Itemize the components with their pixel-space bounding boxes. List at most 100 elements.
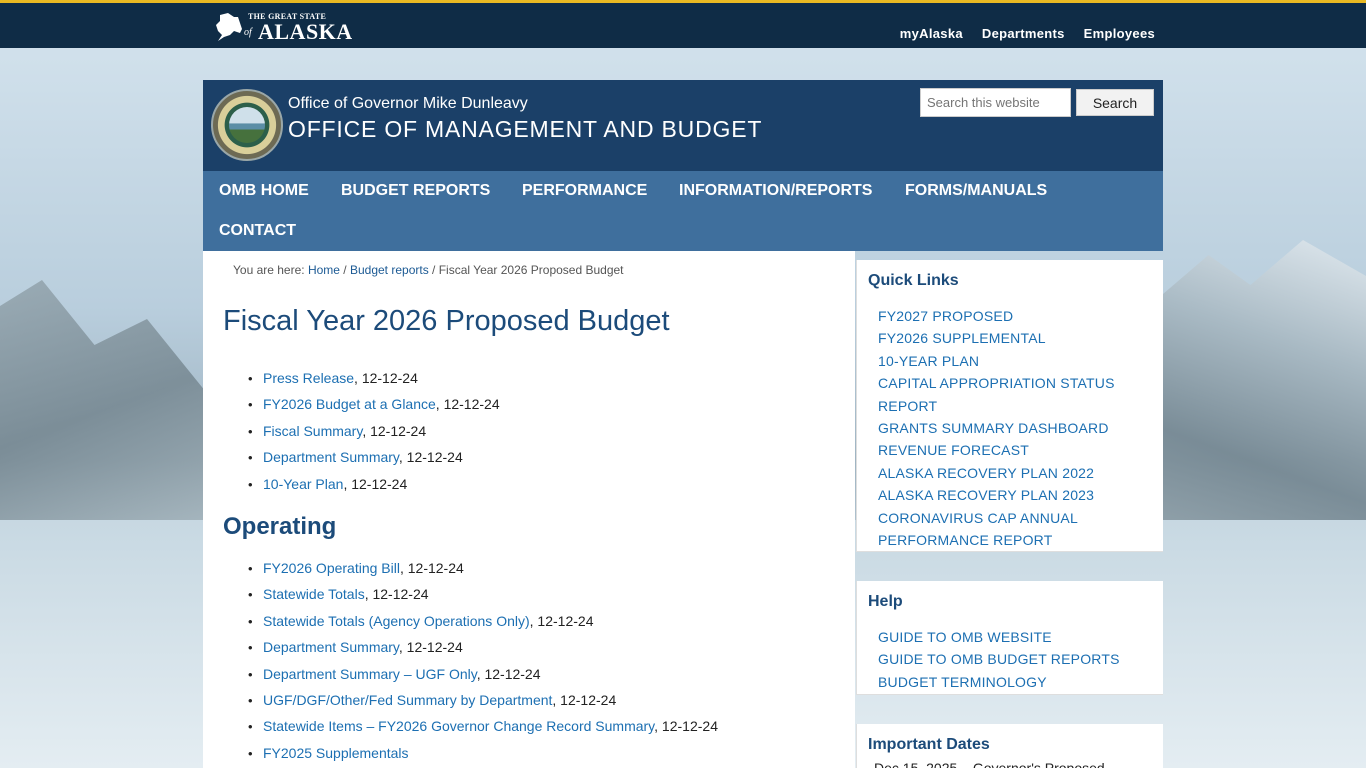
quick-link[interactable]: ALASKA RECOVERY PLAN 2023 bbox=[878, 487, 1094, 503]
quick-link[interactable]: ALASKA RECOVERY PLAN 2022 bbox=[878, 465, 1094, 481]
nav-performance[interactable]: PERFORMANCE bbox=[522, 182, 647, 200]
doc-link[interactable]: Press Release bbox=[263, 370, 354, 386]
help-link[interactable]: BUDGET TERMINOLOGY bbox=[878, 674, 1047, 690]
top-documents-list: Press Release, 12-12-24 FY2026 Budget at… bbox=[243, 370, 500, 502]
help-links-list: GUIDE TO OMB WEBSITE GUIDE TO OMB BUDGET… bbox=[878, 626, 1120, 693]
logo-big-text: ALASKA bbox=[258, 19, 353, 44]
list-item: Department Summary, 12-12-24 bbox=[243, 639, 718, 665]
list-item: UGF/DGF/Other/Fed Summary by Department,… bbox=[243, 692, 718, 718]
nav-myalaska[interactable]: myAlaska bbox=[900, 26, 963, 41]
search-button[interactable]: Search bbox=[1076, 89, 1154, 116]
doc-date: , 12-12-24 bbox=[343, 475, 408, 492]
site-header: Office of Governor Mike Dunleavy OFFICE … bbox=[203, 80, 1163, 171]
site-title[interactable]: OFFICE OF MANAGEMENT AND BUDGET bbox=[288, 116, 762, 143]
list-item: GRANTS SUMMARY DASHBOARD bbox=[878, 417, 1115, 439]
quick-links-widget: Quick Links FY2027 PROPOSED FY2026 SUPPL… bbox=[856, 260, 1163, 552]
quick-link[interactable]: CORONAVIRUS CAP ANNUAL bbox=[878, 510, 1078, 526]
quick-link[interactable]: REPORT bbox=[878, 398, 937, 414]
nav-budget-reports[interactable]: BUDGET REPORTS bbox=[341, 182, 490, 200]
breadcrumb: You are here: Home / Budget reports / Fi… bbox=[233, 263, 624, 277]
quick-link[interactable]: CAPITAL APPROPRIATION STATUS bbox=[878, 375, 1115, 391]
doc-date: , 12-12-24 bbox=[398, 639, 463, 656]
doc-date: , 12-12-24 bbox=[654, 718, 718, 735]
list-item: Fiscal Summary, 12-12-24 bbox=[243, 423, 500, 449]
quick-link[interactable]: GRANTS SUMMARY DASHBOARD bbox=[878, 420, 1109, 436]
page-container: Office of Governor Mike Dunleavy OFFICE … bbox=[203, 80, 1163, 768]
nav-departments[interactable]: Departments bbox=[982, 26, 1065, 41]
important-dates-widget: Important Dates Dec 15, 2025 – Governor'… bbox=[856, 724, 1163, 768]
list-item: 10-Year Plan, 12-12-24 bbox=[243, 476, 500, 502]
nav-contact[interactable]: CONTACT bbox=[219, 222, 296, 240]
list-item: CORONAVIRUS CAP ANNUAL bbox=[878, 507, 1115, 529]
list-item: BUDGET TERMINOLOGY bbox=[878, 671, 1120, 693]
doc-link[interactable]: Department Summary – UGF Only bbox=[263, 666, 477, 682]
doc-date: , 12-12-24 bbox=[435, 396, 500, 413]
doc-date: , 12-12-24 bbox=[354, 370, 418, 386]
alaska-map-icon bbox=[216, 13, 242, 41]
nav-omb-home[interactable]: OMB HOME bbox=[219, 182, 309, 200]
breadcrumb-current: Fiscal Year 2026 Proposed Budget bbox=[438, 263, 624, 277]
quick-link[interactable]: 10-YEAR PLAN bbox=[878, 353, 979, 369]
list-item: PERFORMANCE REPORT bbox=[878, 529, 1115, 551]
doc-date: , 12-12-24 bbox=[552, 691, 617, 708]
list-item: Statewide Items – FY2026 Governor Change… bbox=[243, 718, 718, 744]
doc-date: , 12-12-24 bbox=[398, 449, 463, 466]
nav-forms-manuals[interactable]: FORMS/MANUALS bbox=[905, 182, 1047, 200]
doc-link[interactable]: Statewide Totals (Agency Operations Only… bbox=[263, 613, 530, 629]
help-link[interactable]: GUIDE TO OMB BUDGET REPORTS bbox=[878, 651, 1120, 667]
list-item: Statewide Totals (Agency Operations Only… bbox=[243, 613, 718, 639]
help-link[interactable]: GUIDE TO OMB WEBSITE bbox=[878, 629, 1052, 645]
doc-link[interactable]: 10-Year Plan bbox=[263, 476, 343, 492]
doc-link[interactable]: Department Summary bbox=[263, 449, 399, 465]
logo-of-text: of bbox=[244, 27, 252, 38]
breadcrumb-budget-reports[interactable]: Budget reports bbox=[350, 263, 429, 277]
list-item: FY2027 PROPOSED bbox=[878, 305, 1115, 327]
header-subtitle: Office of Governor Mike Dunleavy bbox=[288, 95, 528, 112]
help-title: Help bbox=[868, 593, 903, 610]
quick-link[interactable]: REVENUE FORECAST bbox=[878, 442, 1029, 458]
help-widget: Help GUIDE TO OMB WEBSITE GUIDE TO OMB B… bbox=[856, 581, 1163, 695]
breadcrumb-separator: / bbox=[339, 263, 350, 277]
quick-links-list: FY2027 PROPOSED FY2026 SUPPLEMENTAL 10-Y… bbox=[878, 305, 1115, 551]
list-item: 10-YEAR PLAN bbox=[878, 350, 1115, 372]
list-item: ALASKA RECOVERY PLAN 2022 bbox=[878, 462, 1115, 484]
doc-link[interactable]: Statewide Totals bbox=[263, 586, 365, 602]
quick-link[interactable]: PERFORMANCE REPORT bbox=[878, 532, 1052, 548]
doc-link[interactable]: Department Summary bbox=[263, 639, 399, 655]
breadcrumb-separator: / bbox=[428, 263, 439, 277]
doc-link[interactable]: FY2025 Supplementals bbox=[263, 745, 409, 761]
list-item: FY2026 Budget at a Glance, 12-12-24 bbox=[243, 396, 500, 422]
doc-link[interactable]: FY2026 Budget at a Glance bbox=[263, 396, 436, 412]
doc-link[interactable]: UGF/DGF/Other/Fed Summary by Department bbox=[263, 692, 552, 708]
list-item: GUIDE TO OMB WEBSITE bbox=[878, 626, 1120, 648]
quick-link[interactable]: FY2027 PROPOSED bbox=[878, 308, 1013, 324]
state-nav: myAlaska Departments Employees bbox=[900, 26, 1155, 41]
doc-date: , 12-12-24 bbox=[364, 586, 429, 603]
doc-link[interactable]: FY2026 Operating Bill bbox=[263, 560, 400, 576]
state-top-bar: THE GREAT STATE of ALASKA myAlaska Depar… bbox=[0, 0, 1366, 48]
alaska-state-logo[interactable]: THE GREAT STATE of ALASKA bbox=[214, 9, 354, 45]
sidebar: Quick Links FY2027 PROPOSED FY2026 SUPPL… bbox=[856, 251, 1163, 768]
breadcrumb-prefix: You are here: bbox=[233, 263, 308, 277]
list-item: Department Summary, 12-12-24 bbox=[243, 449, 500, 475]
list-item: FY2025 Supplementals bbox=[243, 745, 718, 768]
state-seal-logo[interactable] bbox=[211, 89, 283, 161]
list-item: Department Summary – UGF Only, 12-12-24 bbox=[243, 666, 718, 692]
nav-information-reports[interactable]: INFORMATION/REPORTS bbox=[679, 182, 872, 200]
breadcrumb-home[interactable]: Home bbox=[308, 263, 340, 277]
important-date-item: Dec 15, 2025 – Governor's Proposed bbox=[874, 760, 1105, 768]
list-item: Statewide Totals, 12-12-24 bbox=[243, 586, 718, 612]
list-item: CAPITAL APPROPRIATION STATUS bbox=[878, 372, 1115, 394]
background-mountain-left bbox=[0, 280, 210, 540]
search-input[interactable] bbox=[920, 88, 1071, 117]
doc-link[interactable]: Fiscal Summary bbox=[263, 423, 362, 439]
page-title: Fiscal Year 2026 Proposed Budget bbox=[223, 305, 670, 337]
quick-links-title: Quick Links bbox=[868, 272, 959, 289]
operating-heading: Operating bbox=[223, 513, 337, 540]
doc-link[interactable]: Statewide Items – FY2026 Governor Change… bbox=[263, 718, 654, 734]
list-item: REVENUE FORECAST bbox=[878, 439, 1115, 461]
list-item: FY2026 SUPPLEMENTAL bbox=[878, 327, 1115, 349]
doc-date: , 12-12-24 bbox=[362, 422, 427, 439]
nav-employees[interactable]: Employees bbox=[1084, 26, 1155, 41]
quick-link[interactable]: FY2026 SUPPLEMENTAL bbox=[878, 330, 1046, 346]
